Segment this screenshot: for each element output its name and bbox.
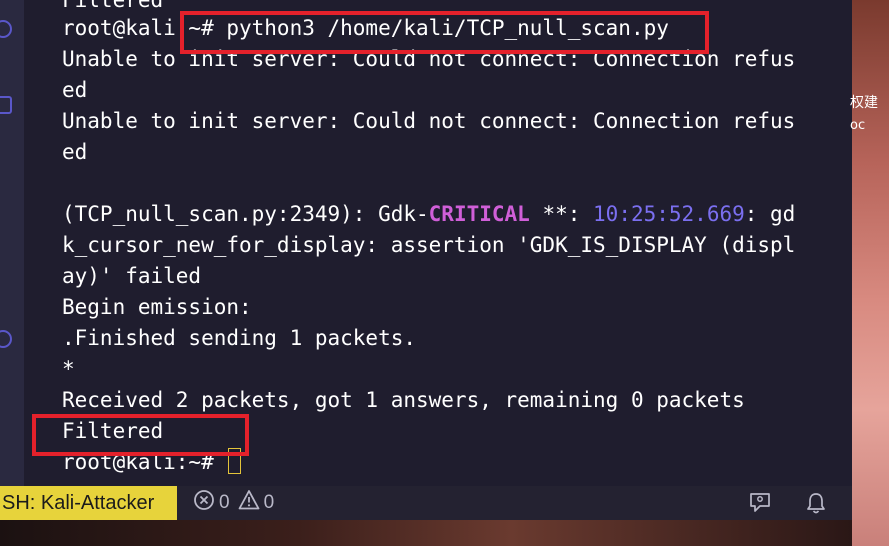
terminal-line: Received 2 packets, got 1 answers, remai…: [62, 388, 745, 412]
terminal-line: ed: [62, 78, 88, 102]
terminal-line: .Finished sending 1 packets.: [62, 326, 417, 350]
desktop-background: [0, 520, 852, 546]
activity-icon[interactable]: [0, 96, 12, 114]
critical-label: CRITICAL: [428, 202, 530, 226]
terminal-line: *: [62, 357, 75, 381]
command-highlight-box: [180, 11, 709, 54]
desktop-wallpaper: [852, 0, 889, 546]
terminal-gdk-warning-line: (TCP_null_scan.py:2349): Gdk-CRITICAL **…: [62, 199, 795, 230]
warning-triangle-icon: [238, 489, 260, 517]
terminal-line: ay)' failed: [62, 264, 202, 288]
problems-indicator[interactable]: 0 0: [193, 486, 274, 520]
activity-icon[interactable]: [0, 20, 12, 38]
terminal-line: k_cursor_new_for_display: assertion 'GDK…: [62, 233, 796, 257]
gdk-separator: **:: [529, 202, 594, 226]
feedback-icon[interactable]: [748, 491, 772, 519]
result-highlight-box: [32, 414, 249, 456]
wallpaper-text: 权建: [850, 95, 878, 111]
remote-host-indicator[interactable]: SH: Kali-Attacker: [0, 486, 177, 520]
wallpaper-text: oc: [850, 118, 866, 133]
terminal-line: ed: [62, 140, 88, 164]
bell-icon[interactable]: [805, 491, 827, 519]
terminal-line: Begin emission:: [62, 295, 252, 319]
activity-icon[interactable]: [0, 330, 12, 348]
gdk-prefix: (TCP_null_scan.py:2349): Gdk-: [62, 202, 429, 226]
errors-count: 0: [219, 492, 230, 513]
warnings-count: 0: [263, 492, 275, 513]
timestamp: 10:25:52.669: [593, 202, 745, 226]
activity-bar: [0, 0, 24, 486]
error-circle-icon: [193, 489, 215, 517]
gdk-suffix: : gd: [744, 202, 796, 226]
status-bar: SH: Kali-Attacker 0 0: [0, 486, 852, 520]
terminal-line: Unable to init server: Could not connect…: [62, 109, 796, 133]
